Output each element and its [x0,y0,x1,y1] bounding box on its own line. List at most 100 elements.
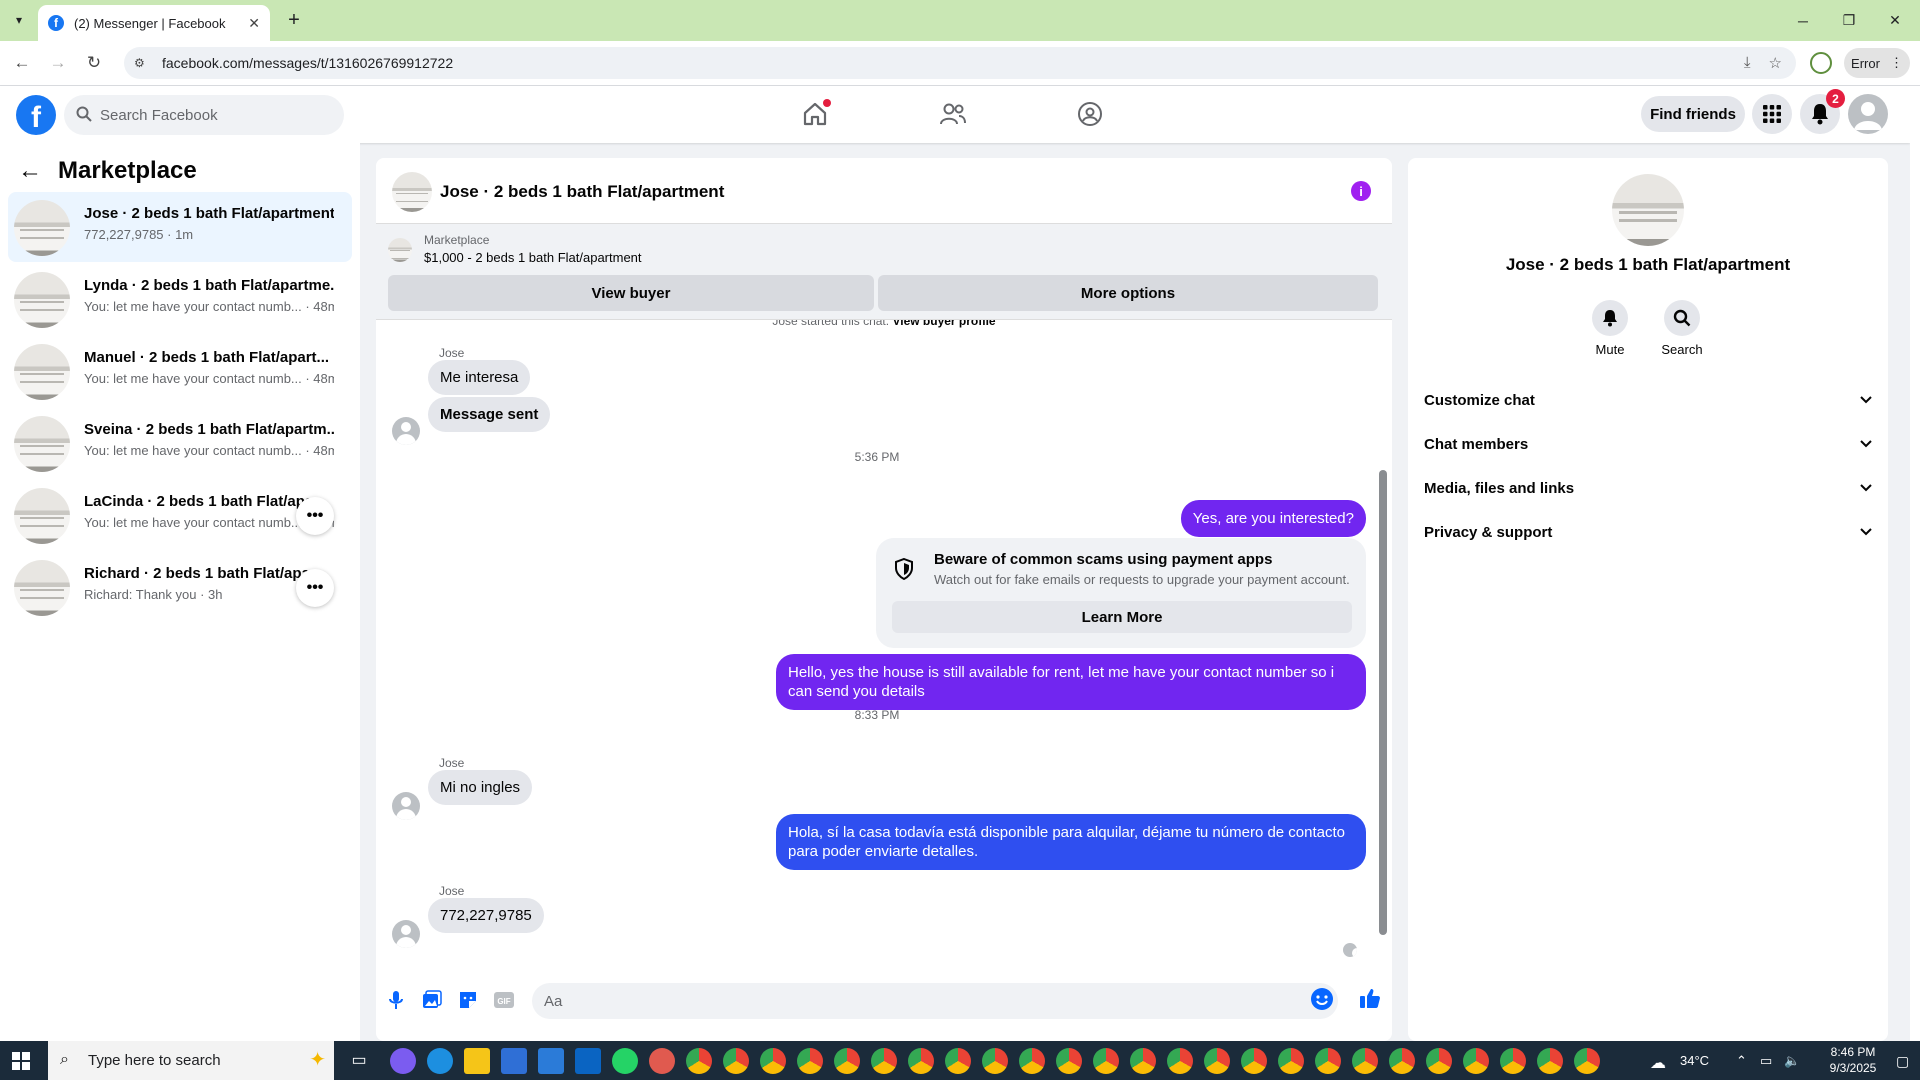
windows-start-icon[interactable] [12,1052,30,1070]
chrome-icon[interactable] [834,1048,860,1074]
chrome-icon[interactable] [871,1048,897,1074]
chrome-icon[interactable] [982,1048,1008,1074]
edge-icon[interactable] [427,1048,453,1074]
message-input[interactable]: Aa [532,983,1338,1019]
chrome-icon[interactable] [1500,1048,1526,1074]
chrome-icon[interactable] [1019,1048,1045,1074]
close-tab-icon[interactable]: ✕ [248,15,260,32]
page-scrollbar[interactable] [1910,86,1920,1041]
mute-button[interactable]: Mute [1580,300,1640,357]
bookmark-star-icon[interactable]: ☆ [1769,54,1782,72]
close-window-button[interactable]: ✕ [1872,0,1918,41]
view-buyer-button[interactable]: View buyer [388,275,874,311]
sender-avatar[interactable] [392,920,420,948]
whatsapp-icon[interactable] [612,1048,638,1074]
chrome-icon[interactable] [723,1048,749,1074]
chrome-icon[interactable] [1278,1048,1304,1074]
thumbs-up-icon[interactable] [1358,986,1382,1010]
conversation-item-manuel[interactable]: Manuel · 2 beds 1 bath Flat/apart... You… [8,336,352,406]
tray-overflow-icon[interactable]: ⌃ [1736,1053,1747,1069]
microphone-icon[interactable] [384,988,408,1012]
site-info-icon[interactable]: ⚙ [134,56,150,70]
gif-icon[interactable]: GIF [492,988,516,1012]
tab-list-button[interactable]: ▾ [8,9,30,31]
app-icon[interactable] [649,1048,675,1074]
chrome-icon[interactable] [1093,1048,1119,1074]
browser-profile-icon[interactable] [1810,52,1832,74]
facebook-logo[interactable]: f [16,95,56,135]
chrome-icon[interactable] [1352,1048,1378,1074]
scrollbar-thumb[interactable] [1379,470,1387,935]
task-view-icon[interactable]: ▭ [346,1048,372,1074]
notification-center-icon[interactable]: ▢ [1896,1053,1909,1070]
back-arrow-icon[interactable]: ← [18,157,42,185]
account-avatar[interactable] [1848,94,1888,134]
info-icon[interactable]: i [1351,181,1371,201]
menu-grid-icon[interactable] [1752,94,1792,134]
taskbar-search-input[interactable]: ⌕ Type here to search ✦ [48,1041,334,1080]
conversation-item-lacinda[interactable]: LaCinda · 2 beds 1 bath Flat/apa You: le… [8,480,352,550]
reload-button[interactable]: ↻ [82,51,106,75]
chrome-icon[interactable] [760,1048,786,1074]
media-files-links-section[interactable]: Media, files and links [1424,468,1872,508]
chrome-icon[interactable] [1241,1048,1267,1074]
search-in-chat-button[interactable]: Search [1652,300,1712,357]
system-clock[interactable]: 8:46 PM 9/3/2025 [1818,1044,1888,1076]
chat-title[interactable]: Jose · 2 beds 1 bath Flat/apartment [440,182,724,202]
friends-icon[interactable] [935,96,971,132]
back-button[interactable]: ← [10,51,34,75]
conversation-more-button[interactable]: ••• [296,497,334,535]
conversation-item-sveina[interactable]: Sveina · 2 beds 1 bath Flat/apartm... Yo… [8,408,352,478]
chrome-icon[interactable] [1574,1048,1600,1074]
conversation-item-lynda[interactable]: Lynda · 2 beds 1 bath Flat/apartme... Yo… [8,264,352,334]
conversation-item-richard[interactable]: Richard · 2 beds 1 bath Flat/apa Richard… [8,552,352,622]
message-scrollbar[interactable] [1376,328,1387,960]
chrome-icon[interactable] [1537,1048,1563,1074]
sender-avatar[interactable] [392,417,420,445]
minimize-button[interactable]: ─ [1780,0,1826,41]
forward-button[interactable]: → [46,51,70,75]
learn-more-button[interactable]: Learn More [892,601,1352,633]
more-options-button[interactable]: More options [878,275,1378,311]
groups-icon[interactable] [1072,96,1108,132]
restore-button[interactable]: ❐ [1826,0,1872,41]
chrome-icon[interactable] [1426,1048,1452,1074]
emoji-icon[interactable] [1310,987,1338,1015]
network-icon[interactable]: ▭ [1760,1053,1772,1069]
sender-avatar[interactable] [392,792,420,820]
customize-chat-section[interactable]: Customize chat [1424,380,1872,420]
outlook-icon[interactable] [575,1048,601,1074]
store-icon[interactable] [538,1048,564,1074]
chrome-icon[interactable] [1167,1048,1193,1074]
error-menu-button[interactable]: Error ⋮ [1844,48,1910,78]
chrome-icon[interactable] [908,1048,934,1074]
weather-temperature[interactable]: 34°C [1680,1053,1709,1068]
chrome-icon[interactable] [1389,1048,1415,1074]
copilot-icon[interactable] [390,1048,416,1074]
calendar-icon[interactable] [501,1048,527,1074]
chrome-icon[interactable] [1130,1048,1156,1074]
sticker-icon[interactable] [456,988,480,1012]
chat-members-section[interactable]: Chat members [1424,424,1872,464]
photo-icon[interactable] [420,988,444,1012]
conversation-item-jose[interactable]: Jose · 2 beds 1 bath Flat/apartment 772,… [8,192,352,262]
weather-icon[interactable]: ☁ [1650,1053,1666,1073]
new-tab-button[interactable]: + [282,8,306,32]
find-friends-button[interactable]: Find friends [1641,96,1745,132]
chrome-icon[interactable] [1056,1048,1082,1074]
chrome-icon[interactable] [1204,1048,1230,1074]
url-field[interactable]: ⚙ facebook.com/messages/t/13160267699127… [124,47,1796,79]
volume-icon[interactable]: 🔈 [1784,1053,1800,1069]
listing-profile-image[interactable] [1612,174,1684,246]
conversation-more-button[interactable]: ••• [296,569,334,607]
chrome-icon[interactable] [686,1048,712,1074]
chrome-icon[interactable] [1315,1048,1341,1074]
view-buyer-profile-link[interactable]: View buyer profile [892,320,995,328]
chrome-icon[interactable] [945,1048,971,1074]
chat-listing-thumbnail[interactable] [392,172,432,212]
chrome-icon[interactable] [1463,1048,1489,1074]
file-explorer-icon[interactable] [464,1048,490,1074]
chrome-icon[interactable] [797,1048,823,1074]
install-app-icon[interactable]: ⤓ [1744,54,1751,72]
active-tab[interactable]: f (2) Messenger | Facebook ✕ [38,5,270,41]
